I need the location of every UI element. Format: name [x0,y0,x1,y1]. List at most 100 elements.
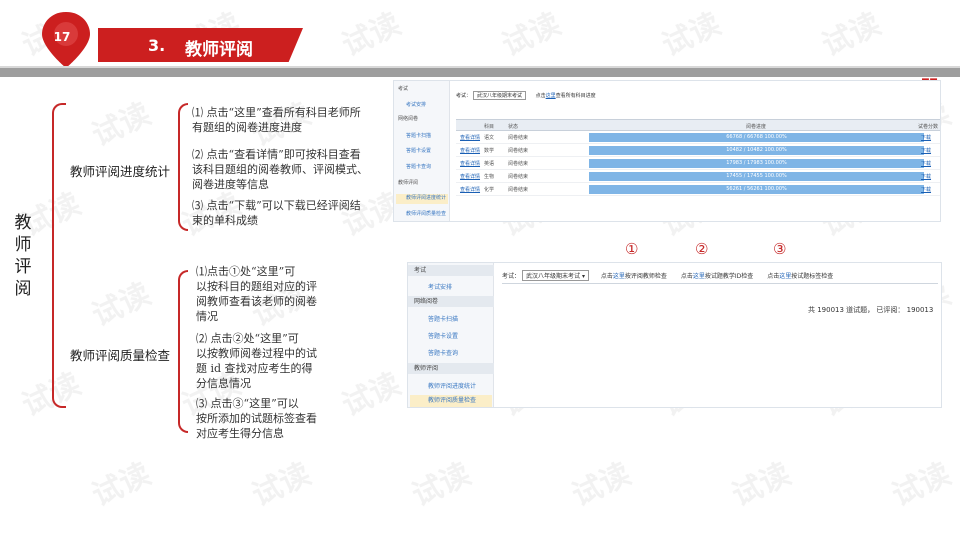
shot2-link3-post: 按试题标签检查 [791,273,834,280]
watermark-text: 试读 [246,456,317,514]
shot2-link1-pre: 点击 [600,273,613,280]
col-score: 试卷分数 [918,124,939,130]
shot2-nav-progress-stats[interactable]: 教师评阅进度统计 [428,381,476,390]
row-subject: 英语 [484,161,495,167]
shot1-nav-card-query[interactable]: 答题卡查询 [406,163,431,170]
progress-table-row: 查看详情 化学 阅卷结束 56261 / 56261 100.00% 下载 [456,183,940,196]
download-link[interactable]: 下载 [921,173,931,180]
shot1-exam-select[interactable]: 武汉八年级期末考试 [473,91,527,100]
shot2-divider [502,283,938,284]
progress-stats-screenshot: 考试 考试安排 网络阅卷 答题卡扫描 答题卡设置 答题卡查询 教师评阅 教师评阅… [393,80,941,222]
section-number: 3. [148,36,166,55]
view-details-link[interactable]: 查看详情 [460,134,480,141]
col-progress: 阅卷进度 [746,124,767,130]
quality-step-1: ⑴点击①处“这里”可 以按科目的题组对应的评 阅教师查看该老师的阅卷 情况 [196,265,317,323]
shot2-summary: 共 190013 道试题， 已评阅： 190013 [808,306,934,314]
watermark-text: 试读 [886,456,957,514]
header-divider [0,68,960,77]
download-link[interactable]: 下载 [921,134,931,141]
col-subject: 科目 [484,124,495,130]
progress-table-row: 查看详情 英语 阅卷结束 17983 / 17983 100.00% 下载 [456,157,940,170]
watermark-text: 试读 [16,366,87,424]
row-progress-bar: 17455 / 17455 100.00% [589,172,924,181]
shot2-nav-online-marking[interactable]: 网络阅卷 [408,296,494,307]
progress-table-row: 查看详情 语文 阅卷结束 66768 / 66768 100.00% 下载 [456,131,940,144]
watermark-text: 试读 [86,96,157,154]
shot1-nav-card-scan[interactable]: 答题卡扫描 [406,132,431,139]
watermark-text: 试读 [816,6,887,64]
watermark-text: 试读 [566,456,637,514]
row-status: 阅卷结束 [508,161,529,167]
shot2-exam-select[interactable]: 武汉八年级期末考试 ▾ [522,270,589,281]
row-status: 阅卷结束 [508,174,529,180]
watermark-text: 试读 [336,366,407,424]
shot2-exam-label: 考试： [502,273,521,280]
shot2-nav-exam-schedule[interactable]: 考试安排 [428,282,452,291]
shot1-nav-exam[interactable]: 考试 [398,85,408,92]
view-details-link[interactable]: 查看详情 [460,186,480,193]
shot2-here-link-2[interactable]: 这里 [693,273,705,280]
shot2-nav-quality-check[interactable]: 教师评阅质量检查 [410,395,492,407]
mindmap-root: 教师评阅 [14,213,32,299]
page-number: 17 [53,30,71,44]
branch-quality-label: 教师评阅质量检查 [70,348,171,363]
shot2-nav-card-query[interactable]: 答题卡查询 [428,348,458,357]
row-subject: 数学 [484,148,495,154]
row-progress-bar: 10482 / 10482 100.00% [589,146,924,155]
shot1-here-link[interactable]: 这里 [546,93,556,99]
shot1-sidebar: 考试 考试安排 网络阅卷 答题卡扫描 答题卡设置 答题卡查询 教师评阅 教师评阅… [394,81,450,221]
shot1-nav-card-settings[interactable]: 答题卡设置 [406,147,431,154]
watermark-text: 试读 [86,456,157,514]
progress-step-3: ⑶ 点击“下载”可以下载已经评阅结 束的单科成绩 [192,199,361,227]
row-status: 阅卷结束 [508,148,529,154]
progress-table-row: 查看详情 生物 阅卷结束 17455 / 17455 100.00% 下载 [456,170,940,183]
shot1-nav-quality-check[interactable]: 教师评阅质量检查 [406,210,446,217]
view-details-link[interactable]: 查看详情 [460,160,480,167]
view-details-link[interactable]: 查看详情 [460,147,480,154]
shot1-exam-label: 考试： [456,93,472,99]
watermark-text: 试读 [726,456,797,514]
progress-table-header: 科目 状态 阅卷进度 试卷分数 [456,119,940,131]
watermark-text: 试读 [336,6,407,64]
shot1-nav-progress-stats[interactable]: 教师评阅进度统计 [396,194,448,204]
row-progress-bar: 56261 / 56261 100.00% [589,185,924,194]
row-progress-bar: 66768 / 66768 100.00% [589,133,924,142]
branch2-brace [178,270,188,433]
row-subject: 化学 [484,187,495,193]
shot1-nav-exam-schedule[interactable]: 考试安排 [406,101,426,108]
download-link[interactable]: 下载 [921,160,931,167]
shot2-nav-teacher-review[interactable]: 教师评阅 [408,363,494,374]
shot2-nav-card-settings[interactable]: 答题卡设置 [428,331,458,340]
row-status: 阅卷结束 [508,187,529,193]
download-link[interactable]: 下载 [921,186,931,193]
shot2-sidebar: 考试 考试安排 网络阅卷 答题卡扫描 答题卡设置 答题卡查询 教师评阅 教师评阅… [408,263,494,407]
download-link[interactable]: 下载 [921,147,931,154]
watermark-text: 试读 [656,6,727,64]
branch1-brace [178,103,188,231]
shot2-here-link-3[interactable]: 这里 [779,273,791,280]
progress-step-2: ⑵ 点击“查看详情”即可按科目查看 该科目题组的阅卷教师、评阅模式、 阅卷进度等信息 [192,148,368,191]
shot2-nav-exam[interactable]: 考试 [408,265,494,276]
shot2-link3-pre: 点击 [767,273,780,280]
root-brace [52,103,66,408]
shot1-nav-teacher-review[interactable]: 教师评阅 [398,179,418,186]
shot2-nav-card-scan[interactable]: 答题卡扫描 [428,314,458,323]
row-subject: 生物 [484,174,495,180]
shot1-toolbar: 考试： 武汉八年级期末考试 点击这里查看所有科目进度 [456,91,596,100]
view-details-link[interactable]: 查看详情 [460,173,480,180]
row-status: 阅卷结束 [508,135,529,141]
row-subject: 语文 [484,135,495,141]
col-status: 状态 [508,124,519,130]
row-progress-bar: 17983 / 17983 100.00% [589,159,924,168]
shot2-link1-post: 按评阅教师检查 [624,273,667,280]
shot2-link2-post: 按试题教学ID检查 [704,273,754,280]
section-title: 教师评阅 [185,40,253,60]
shot1-nav-online-marking[interactable]: 网络阅卷 [398,115,418,122]
watermark-text: 试读 [496,6,567,64]
progress-table-row: 查看详情 数学 阅卷结束 10482 / 10482 100.00% 下载 [456,144,940,157]
progress-step-1: ⑴ 点击“这里”查看所有科目老师所 有题组的阅卷进度进度 [192,106,361,134]
quality-check-screenshot: 考试 考试安排 网络阅卷 答题卡扫描 答题卡设置 答题卡查询 教师评阅 教师评阅… [407,262,942,408]
progress-table: 科目 状态 阅卷进度 试卷分数 查看详情 语文 阅卷结束 66768 / 66768 … [456,119,940,196]
shot2-here-link-1[interactable]: 这里 [613,273,625,280]
marker-1: ① [625,240,639,258]
